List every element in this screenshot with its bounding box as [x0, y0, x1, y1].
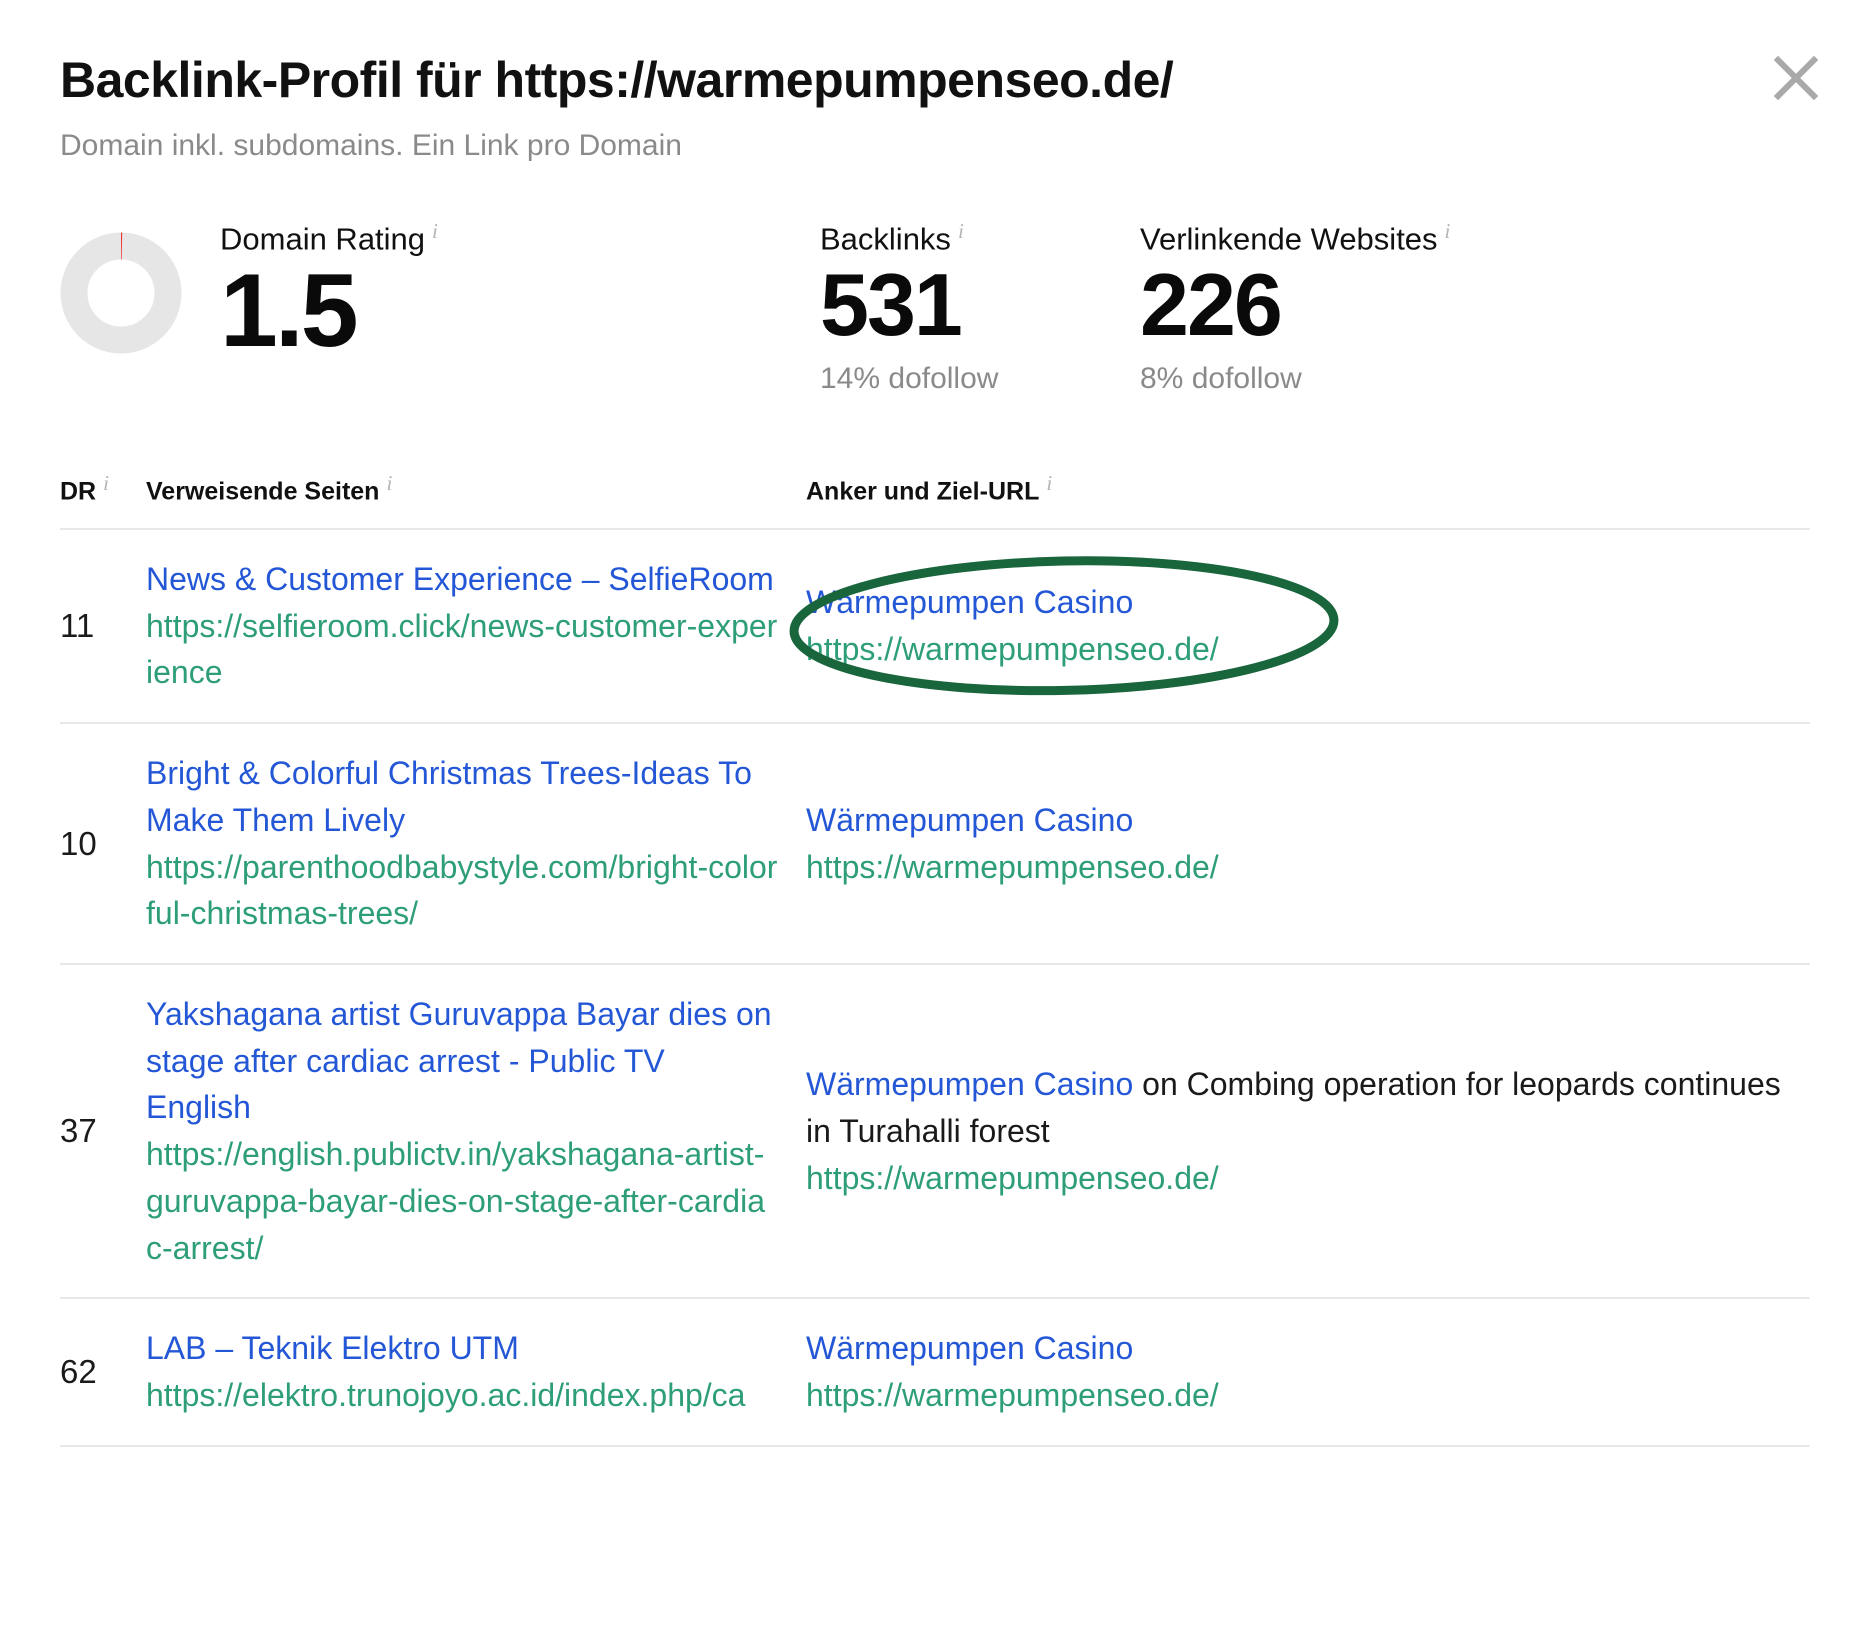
backlinks-value: 531: [820, 254, 963, 354]
anchor-text-line: Wärmepumpen Casino: [806, 1325, 1810, 1372]
row-dr-value: 10: [60, 824, 97, 862]
backlinks-label-text: Backlinks: [820, 220, 951, 256]
referring-page-title-link[interactable]: Bright & Colorful Christmas Trees-Ideas …: [146, 750, 778, 843]
info-icon[interactable]: i: [1046, 471, 1052, 495]
target-url-link[interactable]: https://warmepumpenseo.de/: [806, 626, 1810, 673]
table-row[interactable]: 10 Bright & Colorful Christmas Trees-Ide…: [60, 724, 1810, 966]
row-referring-page: Bright & Colorful Christmas Trees-Ideas …: [146, 750, 806, 937]
anchor-text-link[interactable]: Wärmepumpen Casino: [806, 584, 1133, 620]
info-icon[interactable]: i: [958, 219, 964, 243]
referring-page-url-link[interactable]: https://parenthoodbabystyle.com/bright-c…: [146, 844, 778, 937]
anchor-text-link[interactable]: Wärmepumpen Casino: [806, 802, 1133, 838]
referring-page-url-link[interactable]: https://english.publictv.in/yakshagana-a…: [146, 1131, 778, 1271]
target-url-link[interactable]: https://warmepumpenseo.de/: [806, 1155, 1810, 1202]
backlink-profile-modal: Backlink-Profil für https://warmepumpens…: [0, 0, 1870, 1630]
info-icon[interactable]: i: [432, 219, 438, 243]
domain-rating-gauge-icon: [60, 232, 182, 354]
row-dr-value: 37: [60, 1112, 97, 1150]
backlinks-dofollow: 14% dofollow: [820, 361, 999, 395]
column-header-anchor-target[interactable]: Anker und Ziel-URL i: [806, 471, 1810, 506]
close-icon[interactable]: [1764, 46, 1828, 110]
referring-page-url-link[interactable]: https://selfieroom.click/news-customer-e…: [146, 603, 778, 696]
target-url-link[interactable]: https://warmepumpenseo.de/: [806, 1372, 1810, 1419]
anchor-text-line: Wärmepumpen Casino: [806, 579, 1810, 626]
row-anchor-target: Wärmepumpen Casino https://warmepumpense…: [806, 1325, 1810, 1418]
anchor-text-link[interactable]: Wärmepumpen Casino: [806, 1330, 1133, 1366]
anchor-text-line: Wärmepumpen Casino on Combing operation …: [806, 1061, 1810, 1154]
domain-rating-label-text: Domain Rating: [220, 220, 426, 256]
referring-websites-value: 226: [1140, 254, 1283, 354]
column-header-referring-pages[interactable]: Verweisende Seiten i: [146, 471, 806, 506]
column-header-dr[interactable]: DR i: [60, 471, 146, 506]
referring-page-title-link[interactable]: LAB – Teknik Elektro UTM: [146, 1325, 778, 1372]
row-anchor-target: Wärmepumpen Casino https://warmepumpense…: [806, 797, 1810, 890]
table-row[interactable]: 37 Yakshagana artist Guruvappa Bayar die…: [60, 965, 1810, 1300]
domain-rating-value: 1.5: [220, 252, 359, 369]
metric-referring-websites: Verlinkende Websites i 226 8% dofollow: [1140, 219, 1451, 395]
backlinks-table: DR i Verweisende Seiten i Anker und Ziel-U…: [0, 471, 1870, 1447]
column-header-dr-text: DR: [60, 477, 97, 505]
target-url-link[interactable]: https://warmepumpenseo.de/: [806, 844, 1810, 891]
referring-websites-dofollow: 8% dofollow: [1140, 361, 1302, 395]
referring-websites-label-text: Verlinkende Websites: [1140, 220, 1438, 256]
backlinks-label: Backlinks i: [820, 219, 1140, 256]
anchor-text-link[interactable]: Wärmepumpen Casino: [806, 1066, 1133, 1102]
referring-page-url-link[interactable]: https://elektro.trunojoyo.ac.id/index.ph…: [146, 1372, 778, 1419]
info-icon[interactable]: i: [103, 471, 109, 495]
domain-rating-label: Domain Rating i: [220, 219, 438, 256]
column-header-referring-pages-text: Verweisende Seiten: [146, 477, 380, 505]
table-header-row: DR i Verweisende Seiten i Anker und Ziel-U…: [60, 471, 1810, 530]
info-icon[interactable]: i: [386, 471, 392, 495]
row-anchor-target: Wärmepumpen Casino on Combing operation …: [806, 1061, 1810, 1201]
column-header-anchor-target-text: Anker und Ziel-URL: [806, 477, 1040, 505]
row-referring-page: LAB – Teknik Elektro UTM https://elektro…: [146, 1325, 806, 1418]
referring-page-title-link[interactable]: News & Customer Experience – SelfieRoom: [146, 556, 778, 603]
row-dr-value: 11: [60, 607, 95, 645]
modal-header: Backlink-Profil für https://warmepumpens…: [0, 0, 1870, 164]
row-anchor-target: Wärmepumpen Casino https://warmepumpense…: [806, 579, 1810, 672]
row-dr-value: 62: [60, 1353, 97, 1391]
page-title: Backlink-Profil für https://warmepumpens…: [60, 52, 1174, 108]
table-row[interactable]: 11 News & Customer Experience – SelfieRo…: [60, 530, 1810, 725]
table-row[interactable]: 62 LAB – Teknik Elektro UTM https://elek…: [60, 1299, 1810, 1447]
metric-domain-rating: Domain Rating i 1.5: [60, 219, 820, 369]
row-referring-page: Yakshagana artist Guruvappa Bayar dies o…: [146, 991, 806, 1271]
referring-websites-label: Verlinkende Websites i: [1140, 219, 1451, 256]
metrics-row: Domain Rating i 1.5 Backlinks i 531 14% do…: [0, 164, 1870, 395]
info-icon[interactable]: i: [1445, 219, 1451, 243]
row-referring-page: News & Customer Experience – SelfieRoom …: [146, 556, 806, 696]
metric-backlinks: Backlinks i 531 14% dofollow: [820, 219, 1140, 395]
anchor-text-line: Wärmepumpen Casino: [806, 797, 1810, 844]
referring-page-title-link[interactable]: Yakshagana artist Guruvappa Bayar dies o…: [146, 991, 778, 1131]
page-subtitle: Domain inkl. subdomains. Ein Link pro Do…: [60, 128, 682, 162]
